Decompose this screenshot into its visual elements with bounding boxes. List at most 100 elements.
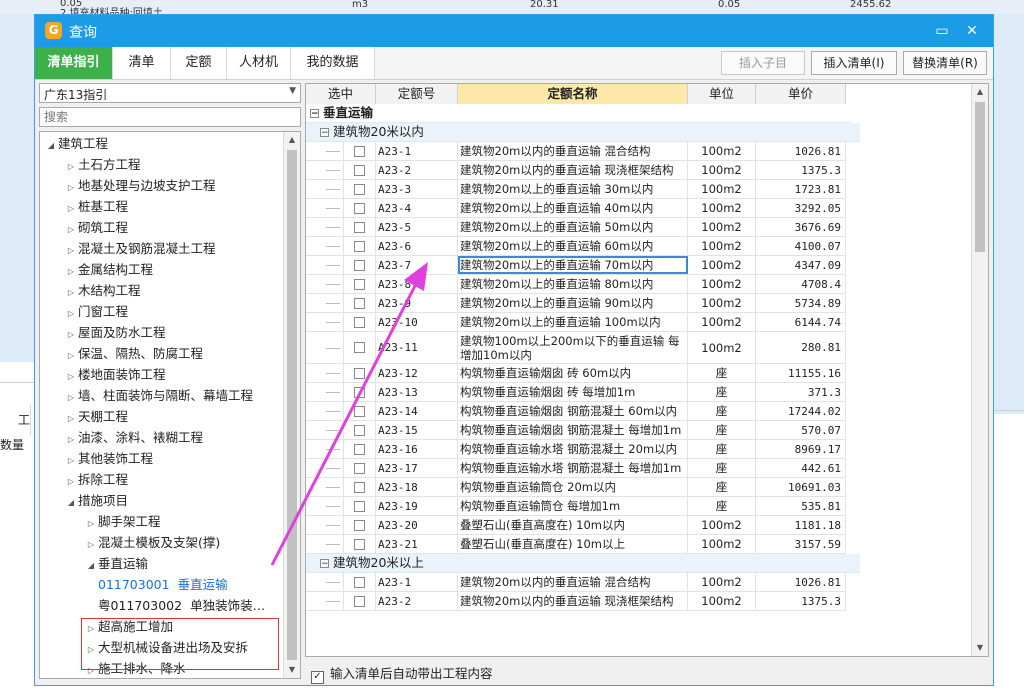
collapsed-icon[interactable]: ▷ (84, 514, 98, 534)
header-code[interactable]: 定额号 (376, 84, 458, 104)
collapsed-icon[interactable]: ▷ (64, 199, 78, 219)
expanded-icon[interactable]: ◢ (84, 556, 98, 576)
tree-leaf-item[interactable]: 011703001 垂直运输 (98, 575, 228, 595)
table-row[interactable]: A23-20 叠塑石山(垂直高度在) 10m以内 100m2 1181.18 (306, 516, 846, 535)
collapsed-icon[interactable]: ▷ (64, 430, 78, 450)
collapsed-icon[interactable]: ▷ (84, 535, 98, 555)
scroll-up-icon[interactable]: ▲ (972, 84, 988, 100)
tab-list-guide[interactable]: 清单指引 (35, 47, 113, 79)
tree-item[interactable]: ▷ 混凝土及钢筋混凝土工程 (64, 239, 216, 259)
header-name[interactable]: 定额名称 (458, 84, 688, 104)
table-row[interactable]: A23-15 构筑物垂直运输烟囱 钢筋混凝土 每增加1m 座 570.07 (306, 421, 846, 440)
table-row[interactable]: A23-10 建筑物20m以上的垂直运输 100m以内 100m2 6144.74 (306, 313, 846, 332)
tree-item[interactable]: ▷ 桩基工程 (64, 197, 128, 217)
chevron-down-icon[interactable]: ▼ (289, 86, 296, 96)
collapsed-icon[interactable]: ▷ (64, 346, 78, 366)
row-checkbox[interactable] (354, 202, 365, 214)
table-row[interactable]: A23-21 叠塑石山(垂直高度在) 10m以上 100m2 3157.59 (306, 535, 846, 554)
insert-list-button[interactable]: 插入清单(I) (811, 51, 897, 75)
tree-item[interactable]: ▷ 墙、柱面装饰与隔断、幕墙工程 (64, 386, 253, 406)
group-above-20m[interactable]: − 建筑物20米以上 (306, 554, 860, 573)
table-row[interactable]: A23-6 建筑物20m以上的垂直运输 60m以内 100m2 4100.07 (306, 237, 846, 256)
dialog-titlebar[interactable]: G 查询 ▭ ✕ (35, 15, 993, 47)
table-row[interactable]: A23-4 建筑物20m以上的垂直运输 40m以内 100m2 3292.05 (306, 199, 846, 218)
table-row[interactable]: A23-5 建筑物20m以上的垂直运输 50m以内 100m2 3676.69 (306, 218, 846, 237)
table-row[interactable]: A23-16 构筑物垂直运输水塔 钢筋混凝土 20m以内座 8969.17 (306, 440, 846, 459)
row-checkbox[interactable] (354, 259, 365, 271)
scroll-down-icon[interactable]: ▼ (972, 640, 988, 656)
maximize-icon[interactable]: ▭ (931, 20, 953, 42)
tree-item[interactable]: ▷ 木结构工程 (64, 281, 141, 301)
row-checkbox[interactable] (354, 240, 365, 252)
table-row[interactable]: A23-13 构筑物垂直运输烟囱 砖 每增加1m 座 371.3 (306, 383, 846, 402)
row-checkbox[interactable] (354, 519, 365, 531)
close-icon[interactable]: ✕ (961, 20, 983, 42)
tree-item[interactable]: ◢ 措施项目 (64, 491, 128, 511)
tree-item[interactable]: ▷ 保温、隔热、防腐工程 (64, 344, 203, 364)
table-row[interactable]: A23-12 构筑物垂直运输烟囱 砖 60m以内座 11155.16 (306, 364, 846, 383)
table-row[interactable]: A23-17 构筑物垂直运输水塔 钢筋混凝土 每增加1m 座 442.61 (306, 459, 846, 478)
table-row[interactable]: A23-3 建筑物20m以上的垂直运输 30m以内 100m2 1723.81 (306, 180, 846, 199)
collapse-icon[interactable]: − (310, 109, 319, 119)
row-checkbox[interactable] (354, 367, 365, 379)
table-row[interactable]: A23-14 构筑物垂直运输烟囱 钢筋混凝土 60m以内座 17244.02 (306, 402, 846, 421)
tree-item[interactable]: ▷ 地基处理与边坡支护工程 (64, 176, 216, 196)
row-checkbox[interactable] (354, 576, 365, 588)
collapsed-icon[interactable]: ▷ (64, 472, 78, 492)
row-checkbox[interactable] (354, 424, 365, 436)
region-select[interactable]: 广东13指引 ▼ (39, 83, 301, 103)
tab-quota[interactable]: 定额 (171, 47, 227, 79)
table-row[interactable]: A23-1 建筑物20m以内的垂直运输 混合结构 100m2 1026.81 (306, 142, 846, 161)
table-row[interactable]: A23-7 建筑物20m以上的垂直运输 70m以内 100m2 4347.09 (306, 256, 846, 275)
search-input[interactable] (39, 107, 301, 127)
auto-content-checkbox[interactable]: ✓ (311, 671, 324, 684)
tab-my-data[interactable]: 我的数据 (291, 47, 375, 79)
table-row[interactable]: A23-9 建筑物20m以上的垂直运输 90m以内 100m2 5734.89 (306, 294, 846, 313)
row-checkbox[interactable] (354, 164, 365, 176)
tree-item[interactable]: ▷ 混凝土模板及支架(撑) (84, 533, 220, 553)
collapsed-icon[interactable]: ▷ (64, 304, 78, 324)
tree-item[interactable]: ▷ 楼地面装饰工程 (64, 365, 166, 385)
row-checkbox[interactable] (354, 405, 365, 417)
row-checkbox[interactable] (354, 595, 365, 607)
table-row[interactable]: A23-1 建筑物20m以内的垂直运输 混合结构 100m2 1026.81 (306, 573, 846, 592)
row-checkbox[interactable] (354, 500, 365, 512)
row-checkbox[interactable] (354, 278, 365, 290)
replace-list-button[interactable]: 替换清单(R) (903, 51, 987, 75)
row-checkbox[interactable] (354, 481, 365, 493)
tree-item[interactable]: ▷ 拆除工程 (64, 470, 128, 490)
expanded-icon[interactable]: ◢ (64, 493, 78, 513)
tree-leaf-item[interactable]: 粤011703002 单独装饰装… (98, 596, 265, 616)
tree-item[interactable]: ◢ 建筑工程 (44, 134, 108, 154)
tab-labor-material[interactable]: 人材机 (227, 47, 291, 79)
collapsed-icon[interactable]: ▷ (64, 409, 78, 429)
header-unit[interactable]: 单位 (688, 84, 756, 104)
row-checkbox[interactable] (354, 145, 365, 157)
collapsed-icon[interactable]: ▷ (64, 262, 78, 282)
tree-item[interactable]: ▷ 金属结构工程 (64, 260, 153, 280)
expanded-icon[interactable]: ◢ (44, 136, 58, 156)
table-row[interactable]: A23-8 建筑物20m以上的垂直运输 80m以内 100m2 4708.4 (306, 275, 846, 294)
row-checkbox[interactable] (354, 183, 365, 195)
collapsed-icon[interactable]: ▷ (64, 157, 78, 177)
tree-item[interactable]: ▷ 脚手架工程 (84, 512, 161, 532)
collapsed-icon[interactable]: ▷ (64, 388, 78, 408)
table-row[interactable]: A23-11 建筑物100m以上200m以下的垂直运输 每增加10m以内 100m2… (306, 332, 846, 364)
tree-item[interactable]: ▷ 其他装饰工程 (64, 449, 153, 469)
row-checkbox[interactable] (354, 443, 365, 455)
collapsed-icon[interactable]: ▷ (64, 367, 78, 387)
tree-item[interactable]: ▷ 砌筑工程 (64, 218, 128, 238)
scroll-up-icon[interactable]: ▲ (284, 132, 300, 148)
tree-item[interactable]: ▷ 油漆、涂料、裱糊工程 (64, 428, 203, 448)
row-checkbox[interactable] (354, 221, 365, 233)
collapsed-icon[interactable]: ▷ (64, 325, 78, 345)
table-row[interactable]: A23-19 构筑物垂直运输筒仓 每增加1m 座 535.81 (306, 497, 846, 516)
collapse-icon[interactable]: − (320, 559, 329, 569)
collapsed-icon[interactable]: ▷ (64, 283, 78, 303)
row-checkbox[interactable] (354, 538, 365, 550)
collapse-icon[interactable]: − (320, 128, 329, 138)
tree-item[interactable]: ▷ 天棚工程 (64, 407, 128, 427)
grid-scroll-thumb[interactable] (975, 102, 985, 252)
auto-content-option[interactable]: ✓ 输入清单后自动带出工程内容 (311, 663, 493, 684)
group-within-20m[interactable]: − 建筑物20米以内 (306, 123, 860, 142)
